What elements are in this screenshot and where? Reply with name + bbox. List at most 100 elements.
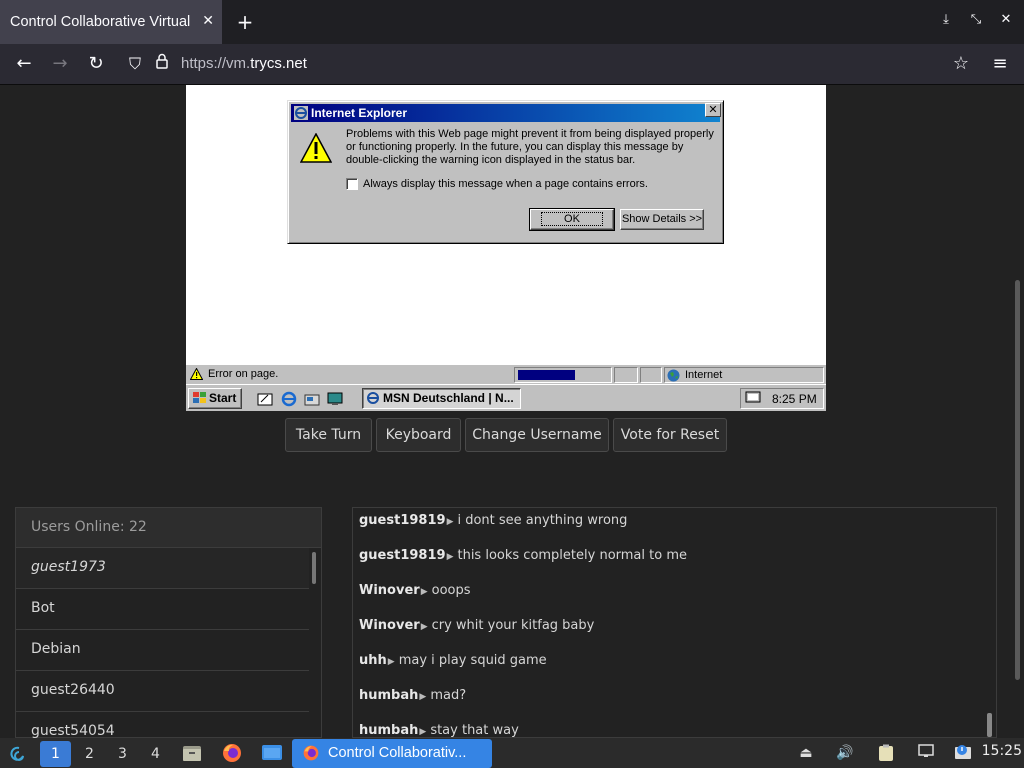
users-panel: Users Online: 22 guest1973 Bot Debian gu… [15,507,322,753]
volume-icon[interactable]: 🔊 [836,744,854,762]
url-field[interactable]: https://vm.trycs.net [181,55,307,72]
chat-message: uhh▶ may i play squid game [353,648,996,683]
outlook-quicklaunch-icon[interactable] [304,391,320,410]
arrow-icon: ▶ [387,657,395,667]
display-icon[interactable] [917,744,935,762]
chat-message: humbah▶ mad? [353,683,996,718]
take-turn-button[interactable]: Take Turn [285,418,372,452]
download-icon[interactable]: ⤓ [937,12,955,27]
debian-swirl-icon[interactable] [9,745,27,767]
lock-icon[interactable] [150,52,174,76]
workspace-3[interactable]: 3 [107,741,138,767]
tab-title: Control Collaborative Virtual [10,14,191,30]
browser-tab-bar: Control Collaborative Virtual ✕ + ⤓ ⤡ ✕ [0,0,1024,44]
navigation-bar: ← → ↻ ⛉ https://vm.trycs.net ☆ ≡ [0,44,1024,85]
user-item[interactable]: guest26440 [16,671,309,712]
dialog-title-bar[interactable]: Internet Explorer [291,104,720,122]
shield-icon[interactable]: ⛉ [123,52,147,76]
chat-scrollbar[interactable] [987,713,992,737]
dialog-message: Problems with this Web page might preven… [346,128,714,166]
close-window-icon[interactable]: ✕ [997,12,1015,27]
workspace-1[interactable]: 1 [40,741,71,767]
task-title: Control Collaborativ... [328,745,467,761]
url-domain: trycs.net [250,55,307,72]
windows-logo-icon [192,391,207,411]
ie-status-bar: Error on page. Internet [186,364,826,384]
workspace-2[interactable]: 2 [74,741,105,767]
arrow-icon: ▶ [420,587,428,597]
users-scrollbar[interactable] [312,552,316,584]
always-display-checkbox[interactable]: Always display this message when a page … [346,178,648,190]
error-warning-icon[interactable] [189,367,204,383]
firefox-icon[interactable] [221,742,243,768]
user-item[interactable]: guest1973 [16,548,309,589]
notification-icon[interactable] [954,744,972,762]
chat-text: stay that way [430,723,519,738]
chat-username: humbah [359,688,419,703]
zone-field: Internet [664,367,824,383]
browser-tab[interactable]: Control Collaborative Virtual ✕ [0,0,222,44]
chat-text: may i play squid game [398,653,547,668]
status-segment [640,367,662,383]
chat-panel: guest19819▶ i dont see anything wrong gue… [352,507,997,738]
forward-icon[interactable]: → [48,52,72,76]
close-tab-icon[interactable]: ✕ [202,13,214,29]
window-icon[interactable] [261,743,283,767]
url-prefix: https://vm. [181,55,251,72]
arrow-icon: ▶ [420,622,428,632]
clipboard-icon[interactable] [877,744,895,762]
firefox-task-button[interactable]: Control Collaborativ... [292,739,492,768]
vm-screen[interactable]: Internet Explorer ✕ Problems with this W… [186,85,826,411]
reload-icon[interactable]: ↻ [84,52,108,76]
status-segment [614,367,638,383]
warning-icon [299,132,333,168]
user-item[interactable]: Bot [16,589,309,630]
back-icon[interactable]: ← [12,52,36,76]
new-tab-icon[interactable]: + [234,9,256,35]
status-text: Error on page. [208,368,279,380]
ie-page-icon [366,391,380,408]
file-manager-icon[interactable] [182,743,202,767]
chat-text: cry whit your kitfag baby [431,618,595,633]
workspace-4[interactable]: 4 [140,741,171,767]
bookmark-star-icon[interactable]: ☆ [949,52,973,76]
keyboard-button[interactable]: Keyboard [376,418,461,452]
tray-monitor-icon[interactable] [745,391,761,409]
dialog-close-button[interactable]: ✕ [705,103,721,117]
ie-quicklaunch-icon[interactable] [281,391,297,410]
ie-error-dialog: Internet Explorer ✕ Problems with this W… [287,100,724,244]
page-scrollbar[interactable] [1015,280,1020,680]
desktop-clock: 15:25 [981,743,1022,759]
menu-icon[interactable]: ≡ [988,52,1012,76]
start-button[interactable]: Start [188,388,242,409]
ok-label: OK [541,212,603,226]
chat-message: Winover▶ cry whit your kitfag baby [353,613,996,648]
user-item[interactable]: Debian [16,630,309,671]
chat-message: humbah▶ stay that way [353,718,996,738]
arrow-icon: ▶ [446,517,454,527]
ie-logo-icon [294,106,308,125]
arrow-icon: ▶ [419,692,427,702]
ok-button[interactable]: OK [529,208,615,231]
chat-message: Winover▶ ooops [353,578,996,613]
change-username-button[interactable]: Change Username [465,418,609,452]
chat-username: Winover [359,583,420,598]
users-online-header: Users Online: 22 [16,508,321,548]
show-desktop-icon[interactable] [327,391,343,410]
restore-icon[interactable]: ⤡ [967,12,985,27]
vote-reset-button[interactable]: Vote for Reset [613,418,727,452]
globe-icon [667,369,680,385]
progress-fill [518,370,575,380]
chat-username: uhh [359,653,387,668]
chat-username: guest19819 [359,548,446,563]
chat-text: this looks completely normal to me [457,548,687,563]
chat-text: i dont see anything wrong [457,513,628,528]
eject-icon[interactable]: ⏏ [797,744,815,762]
show-details-button[interactable]: Show Details >> [620,209,704,230]
checkbox-box[interactable] [346,178,358,190]
msn-task-button[interactable]: MSN Deutschland | N... [362,388,521,409]
chat-username: guest19819 [359,513,446,528]
win98-taskbar: Start MSN Deutschland | N... 8:25 PM [186,384,826,411]
desktop-quicklaunch-icon[interactable] [257,391,273,410]
task-label: MSN Deutschland | N... [383,391,514,405]
